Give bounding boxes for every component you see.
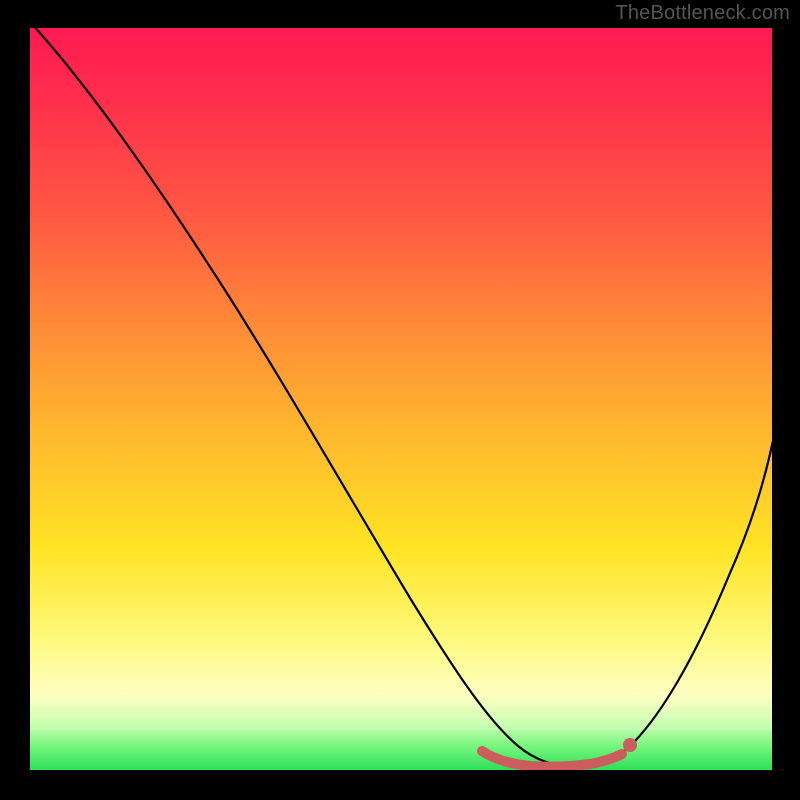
optimal-point-dot bbox=[623, 738, 637, 752]
plot-area bbox=[30, 28, 772, 770]
bottleneck-curve bbox=[32, 28, 772, 766]
curve-layer bbox=[30, 28, 772, 770]
optimal-range-marker bbox=[482, 751, 622, 767]
chart-frame: TheBottleneck.com bbox=[0, 0, 800, 800]
watermark-text: TheBottleneck.com bbox=[615, 2, 790, 25]
